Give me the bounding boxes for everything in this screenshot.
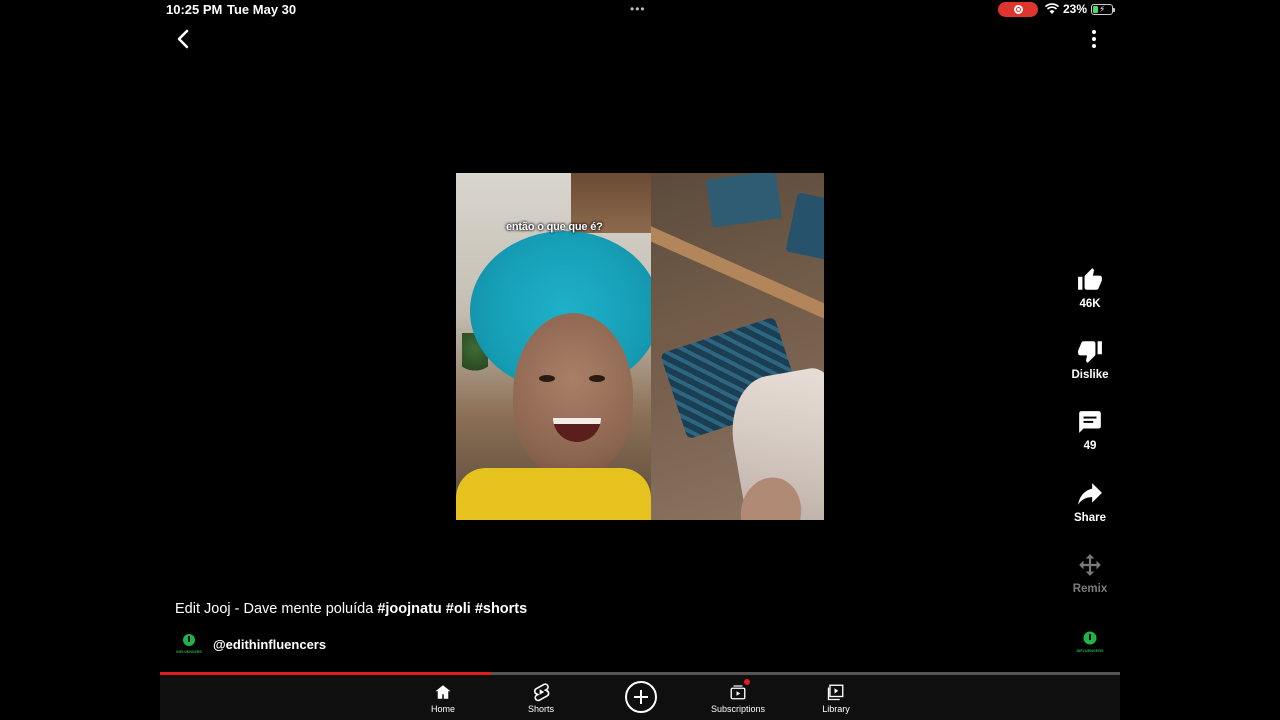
plus-icon bbox=[634, 690, 648, 704]
nav-subscriptions[interactable]: Subscriptions bbox=[698, 679, 778, 714]
video-title-text: Edit Jooj - Dave mente poluída bbox=[175, 601, 374, 617]
hashtag[interactable]: #joojnatu bbox=[377, 601, 441, 617]
channel-avatar-thumbnail[interactable]: INFLUENCERS bbox=[1076, 629, 1104, 655]
battery-percent: 23% bbox=[1063, 2, 1088, 16]
video-player[interactable]: então o que que é? bbox=[456, 173, 824, 520]
comment-icon bbox=[1076, 408, 1104, 436]
multitasking-dots[interactable]: ••• bbox=[630, 2, 646, 16]
remix-label: Remix bbox=[1072, 583, 1108, 595]
nav-library[interactable]: Library bbox=[796, 682, 876, 714]
video-left-panel: então o que que é? bbox=[456, 173, 651, 520]
video-title[interactable]: Edit Jooj - Dave mente poluída #joojnatu… bbox=[175, 601, 527, 617]
bottom-navigation: Home Shorts Subscriptions Library bbox=[160, 675, 1120, 720]
library-icon bbox=[825, 682, 847, 702]
hashtag[interactable]: #shorts bbox=[475, 601, 527, 617]
thumbs-down-icon bbox=[1076, 337, 1104, 365]
home-icon bbox=[432, 682, 454, 702]
status-date: Tue May 30 bbox=[227, 2, 297, 17]
create-button[interactable] bbox=[625, 681, 657, 713]
like-count: 46K bbox=[1079, 298, 1101, 310]
back-button[interactable] bbox=[170, 26, 196, 52]
more-vert-icon bbox=[1092, 30, 1096, 34]
share-label: Share bbox=[1074, 512, 1106, 524]
share-arrow-icon bbox=[1076, 480, 1104, 508]
remix-icon bbox=[1076, 551, 1104, 579]
svg-text:INFLUENCERS: INFLUENCERS bbox=[1076, 649, 1103, 653]
nav-label: Home bbox=[430, 704, 455, 714]
share-button[interactable]: Share bbox=[1060, 480, 1120, 524]
hashtag[interactable]: #oli bbox=[446, 601, 471, 617]
notification-dot bbox=[744, 679, 750, 685]
status-time: 10:25 PM bbox=[166, 2, 223, 17]
channel-handle[interactable]: @edithinfluencers bbox=[213, 637, 326, 652]
more-options-button[interactable] bbox=[1082, 26, 1106, 52]
nav-label: Subscriptions bbox=[710, 704, 766, 714]
status-bar: 10:25 PM Tue May 30 ••• 23% ⚡ bbox=[0, 0, 1280, 20]
channel-avatar[interactable]: INFLUENCERS bbox=[176, 632, 202, 656]
like-button[interactable]: 46K bbox=[1060, 266, 1120, 310]
video-right-panel bbox=[651, 173, 824, 520]
remix-button[interactable]: Remix bbox=[1060, 551, 1120, 595]
nav-home[interactable]: Home bbox=[403, 682, 483, 714]
comment-count: 49 bbox=[1083, 440, 1097, 452]
comments-button[interactable]: 49 bbox=[1060, 408, 1120, 452]
chevron-left-icon bbox=[177, 29, 189, 49]
shorts-icon bbox=[530, 682, 552, 702]
wifi-icon bbox=[1045, 3, 1059, 14]
nav-label: Library bbox=[822, 704, 850, 714]
battery-icon: ⚡ bbox=[1091, 4, 1115, 15]
nav-shorts[interactable]: Shorts bbox=[501, 682, 581, 714]
svg-text:INFLUENCERS: INFLUENCERS bbox=[176, 650, 202, 654]
thumbs-up-icon bbox=[1076, 266, 1104, 294]
subscriptions-icon bbox=[727, 679, 750, 702]
dislike-button[interactable]: Dislike bbox=[1060, 337, 1120, 381]
screen-recording-icon[interactable] bbox=[998, 2, 1038, 17]
dislike-label: Dislike bbox=[1071, 369, 1109, 381]
video-caption-overlay: então o que que é? bbox=[506, 221, 603, 233]
nav-label: Shorts bbox=[527, 704, 554, 714]
